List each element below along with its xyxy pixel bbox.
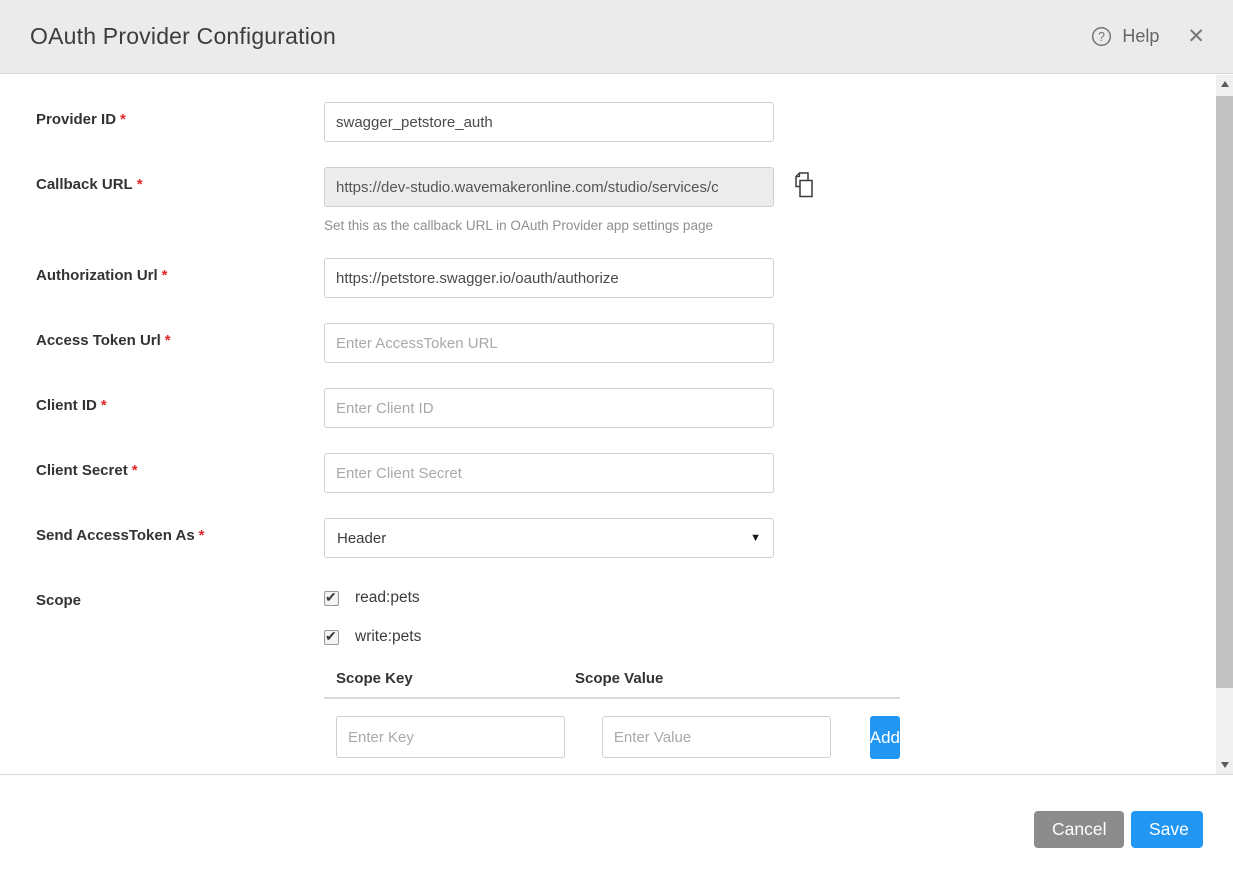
access-token-url-input[interactable]	[324, 323, 774, 363]
help-label: Help	[1122, 26, 1159, 47]
dialog-footer: Cancel Save	[0, 774, 1233, 875]
client-secret-row: Client Secret*	[36, 453, 1173, 493]
required-asterisk: *	[137, 176, 143, 193]
select-value: Header	[337, 530, 386, 547]
required-asterisk: *	[101, 397, 107, 414]
send-accesstoken-as-row: Send AccessToken As* Header ▼	[36, 518, 1173, 558]
scope-row: Scope read:pets write:pets	[36, 583, 1173, 667]
close-icon[interactable]: ✕	[1187, 26, 1205, 47]
scope-value-header: Scope Value	[575, 670, 663, 687]
authorization-url-row: Authorization Url*	[36, 258, 1173, 298]
help-icon: ?	[1091, 26, 1112, 47]
callback-url-row: Callback URL*	[36, 167, 1173, 233]
dialog-body: Provider ID* Callback URL*	[0, 74, 1233, 774]
send-accesstoken-as-select[interactable]: Header ▼	[324, 518, 774, 558]
scope-key-header: Scope Key	[336, 670, 575, 687]
vertical-scrollbar[interactable]	[1216, 75, 1233, 774]
scope-table-header: Scope Key Scope Value	[324, 670, 900, 699]
header-actions: ? Help ✕	[1091, 26, 1205, 47]
scope-option-label: write:pets	[355, 628, 421, 646]
scope-label: Scope	[36, 583, 324, 667]
scroll-down-button[interactable]	[1216, 756, 1233, 774]
oauth-provider-configuration-dialog: OAuth Provider Configuration ? Help ✕ Pr…	[0, 0, 1233, 875]
required-asterisk: *	[165, 332, 171, 349]
label-text: Access Token Url	[36, 332, 161, 349]
provider-id-label: Provider ID*	[36, 102, 324, 142]
scroll-up-button[interactable]	[1216, 75, 1233, 93]
scope-option-label: read:pets	[355, 589, 420, 607]
scrollbar-thumb[interactable]	[1216, 96, 1233, 688]
access-token-url-label: Access Token Url*	[36, 323, 324, 363]
authorization-url-label: Authorization Url*	[36, 258, 324, 298]
label-text: Client ID	[36, 397, 97, 414]
scope-table-row: Add	[324, 716, 900, 759]
client-secret-label: Client Secret*	[36, 453, 324, 493]
help-button[interactable]: ? Help	[1091, 26, 1159, 47]
callback-url-label: Callback URL*	[36, 167, 324, 233]
scope-option-write-pets: write:pets	[324, 628, 774, 646]
label-text: Client Secret	[36, 462, 128, 479]
scroll-down-icon	[1221, 762, 1229, 768]
label-text: Send AccessToken As	[36, 527, 195, 544]
required-asterisk: *	[162, 267, 168, 284]
dialog-header: OAuth Provider Configuration ? Help ✕	[0, 0, 1233, 74]
scope-table: Scope Key Scope Value Add	[324, 670, 900, 759]
authorization-url-input[interactable]	[324, 258, 774, 298]
label-text: Provider ID	[36, 111, 116, 128]
chevron-down-icon: ▼	[750, 532, 761, 544]
required-asterisk: *	[199, 527, 205, 544]
scope-option-read-pets: read:pets	[324, 589, 774, 607]
scope-key-input[interactable]	[336, 716, 565, 758]
scope-checkbox[interactable]	[324, 591, 339, 606]
required-asterisk: *	[132, 462, 138, 479]
provider-id-row: Provider ID*	[36, 102, 1173, 142]
svg-text:?: ?	[1098, 30, 1105, 44]
save-button[interactable]: Save	[1131, 811, 1203, 848]
cancel-button[interactable]: Cancel	[1034, 811, 1124, 848]
client-id-label: Client ID*	[36, 388, 324, 428]
callback-url-input	[324, 167, 774, 207]
copy-button[interactable]	[791, 171, 816, 204]
add-scope-button[interactable]: Add	[870, 716, 900, 759]
copy-icon	[791, 189, 816, 204]
dialog-title: OAuth Provider Configuration	[30, 23, 336, 50]
provider-id-input[interactable]	[324, 102, 774, 142]
scope-checkbox[interactable]	[324, 630, 339, 645]
label-text: Callback URL	[36, 176, 133, 193]
scroll-up-icon	[1221, 81, 1229, 87]
label-text: Authorization Url	[36, 267, 158, 284]
callback-url-help-text: Set this as the callback URL in OAuth Pr…	[324, 218, 816, 233]
required-asterisk: *	[120, 111, 126, 128]
scope-value-input[interactable]	[602, 716, 831, 758]
client-id-row: Client ID*	[36, 388, 1173, 428]
send-accesstoken-as-label: Send AccessToken As*	[36, 518, 324, 558]
client-id-input[interactable]	[324, 388, 774, 428]
access-token-url-row: Access Token Url*	[36, 323, 1173, 363]
client-secret-input[interactable]	[324, 453, 774, 493]
